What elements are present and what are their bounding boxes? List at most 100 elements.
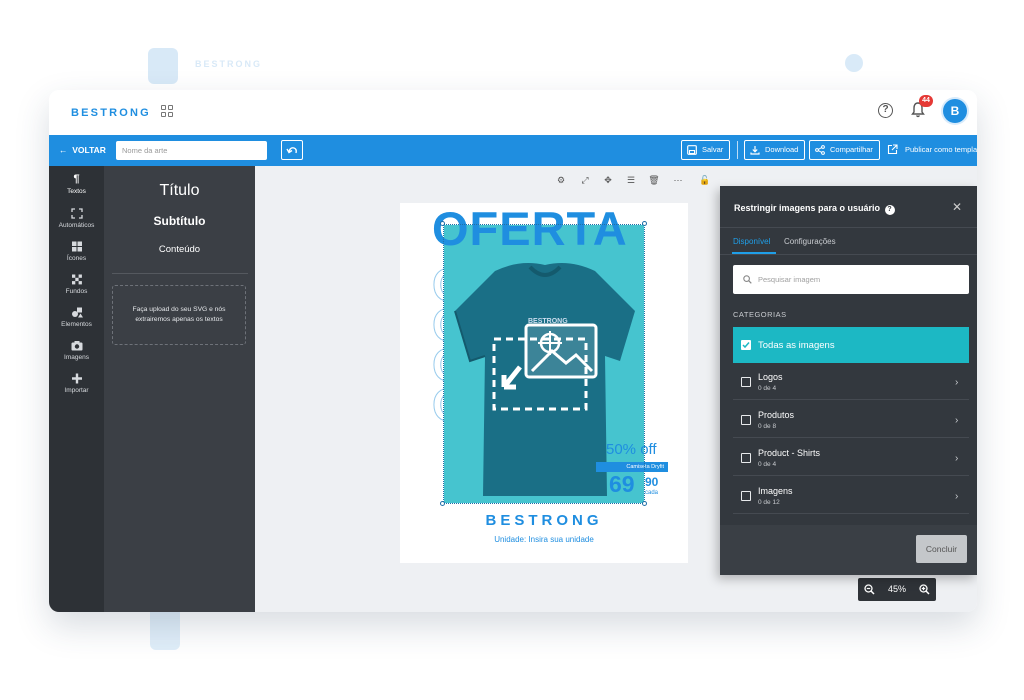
question-icon[interactable]: ? (884, 205, 895, 215)
chevron-right-icon[interactable]: › (955, 453, 958, 464)
user-avatar[interactable]: B (943, 99, 967, 123)
checkbox[interactable] (741, 491, 751, 501)
sidebar-item-imagens[interactable]: Imagens (49, 340, 104, 361)
checkbox[interactable] (741, 415, 751, 425)
share-label: Compartilhar (830, 145, 873, 154)
help-icon[interactable]: ? (878, 103, 893, 118)
tool-sidebar: ¶ Textos Automáticos Ícones Fundos Eleme… (49, 166, 104, 612)
sidebar-item-elementos[interactable]: Elementos (49, 307, 104, 328)
close-icon[interactable]: ✕ (952, 200, 962, 214)
camera-icon (71, 341, 82, 351)
chevron-right-icon[interactable]: › (955, 415, 958, 426)
category-count: 0 de 8 (758, 423, 777, 430)
tab-configuracoes[interactable]: Configurações (784, 237, 836, 246)
selection-box[interactable] (443, 224, 645, 504)
checkbox-checked[interactable] (741, 340, 751, 350)
download-label: Download (765, 145, 799, 154)
sidebar-item-label: Automáticos (58, 222, 95, 229)
settings-icon[interactable]: ⚙ (555, 174, 567, 186)
category-item-todas[interactable]: Todas as imagens (733, 327, 969, 363)
checkbox[interactable] (741, 453, 751, 463)
zoom-out-icon[interactable] (864, 584, 875, 595)
grid-icon (71, 241, 82, 252)
artboard[interactable]: OFERTA OFERTA OFERTA OFERTA BESTRONG OFE… (400, 203, 688, 563)
category-item-product-shirts[interactable]: Product - Shirts 0 de 4 › (733, 440, 969, 476)
chevron-right-icon[interactable]: › (955, 377, 958, 388)
ghost-avatar (845, 54, 863, 72)
unlock-icon[interactable]: 🔓 (699, 174, 711, 186)
publish-template-button[interactable]: Publicar como templa (885, 140, 977, 160)
panel-footer: Concluir (720, 525, 977, 575)
resize-handle[interactable] (440, 221, 445, 226)
download-icon (750, 146, 760, 155)
text-panel: Título Subtítulo Conteúdo Faça upload do… (104, 166, 255, 612)
download-button[interactable]: Download (744, 140, 806, 160)
sidebar-item-fundos[interactable]: Fundos (49, 274, 104, 295)
category-item-logos[interactable]: Logos 0 de 4 › (733, 364, 969, 400)
resize-handle[interactable] (440, 501, 445, 506)
done-button[interactable]: Concluir (916, 535, 967, 563)
panel-title: Restringir imagens para o usuário ? (734, 203, 895, 215)
undo-icon (286, 147, 297, 154)
sidebar-item-importar[interactable]: Importar (49, 373, 104, 394)
sidebar-item-label: Importar (64, 387, 89, 394)
editor-toolbar: ← VOLTAR Salvar Download Compartilhar Pu… (49, 135, 977, 166)
sidebar-item-label: Imagens (64, 354, 89, 361)
image-search-input[interactable] (758, 273, 958, 286)
sidebar-item-label: Fundos (65, 288, 88, 295)
category-name: Produtos (758, 410, 795, 420)
move-icon[interactable]: ✥ (602, 174, 614, 186)
resize-handle[interactable] (642, 501, 647, 506)
resize-handle[interactable] (642, 221, 647, 226)
category-item-produtos[interactable]: Produtos 0 de 8 › (733, 402, 969, 438)
art-name-input[interactable] (116, 141, 267, 160)
image-search-box (733, 265, 969, 294)
undo-button[interactable] (281, 140, 303, 160)
categories-heading: CATEGORIAS (733, 310, 787, 319)
ghost-brand: BESTRONG (195, 59, 263, 69)
divider (720, 227, 977, 228)
add-subtitle-button[interactable]: Subtítulo (104, 214, 255, 228)
add-content-button[interactable]: Conteúdo (104, 244, 255, 255)
more-icon[interactable]: ⋯ (672, 174, 684, 186)
back-button[interactable]: ← VOLTAR (59, 143, 106, 158)
sidebar-item-icones[interactable]: Ícones (49, 241, 104, 262)
zoom-value: 45% (887, 584, 906, 594)
add-title-button[interactable]: Título (104, 182, 255, 200)
apps-grid-icon[interactable] (161, 105, 174, 118)
checkbox[interactable] (741, 377, 751, 387)
category-count: 0 de 4 (758, 385, 777, 392)
expand-icon (70, 208, 83, 219)
save-button[interactable]: Salvar (681, 140, 731, 160)
panel-divider (112, 273, 248, 274)
plus-icon (71, 373, 82, 384)
external-link-icon (887, 144, 898, 155)
arrow-left-icon: ← (59, 145, 68, 155)
tab-disponivel[interactable]: Disponível (733, 237, 770, 246)
sidebar-item-automaticos[interactable]: Automáticos (49, 208, 104, 229)
svg-upload-dropzone[interactable]: Faça upload do seu SVG e nós extrairemos… (112, 285, 246, 345)
sidebar-item-label: Elementos (61, 321, 92, 328)
share-button[interactable]: Compartilhar (809, 140, 880, 160)
layers-icon[interactable]: ☰ (625, 174, 637, 186)
zoom-in-icon[interactable] (919, 584, 930, 595)
category-count: 0 de 12 (758, 499, 780, 506)
chevron-right-icon[interactable]: › (955, 491, 958, 502)
category-name: Imagens (758, 486, 793, 496)
trash-icon[interactable]: 🗑 (648, 174, 660, 186)
back-label: VOLTAR (72, 145, 106, 155)
check-icon (742, 342, 750, 349)
sidebar-item-textos[interactable]: ¶ Textos (49, 174, 104, 196)
brand-logo[interactable]: BESTRONG (71, 107, 151, 119)
divider (720, 254, 977, 255)
category-item-imagens[interactable]: Imagens 0 de 12 › (733, 478, 969, 514)
toolbar-divider (737, 141, 738, 159)
category-name: Logos (758, 372, 783, 382)
editor-window: BESTRONG ? 44 B ← VOLTAR Salvar (49, 90, 977, 612)
price-unit: cada (645, 490, 659, 496)
fit-icon[interactable]: ⤢ (579, 174, 591, 186)
notification-badge: 44 (919, 95, 933, 107)
checker-icon (71, 274, 82, 285)
shapes-icon (71, 307, 83, 318)
category-count: 0 de 4 (758, 461, 777, 468)
